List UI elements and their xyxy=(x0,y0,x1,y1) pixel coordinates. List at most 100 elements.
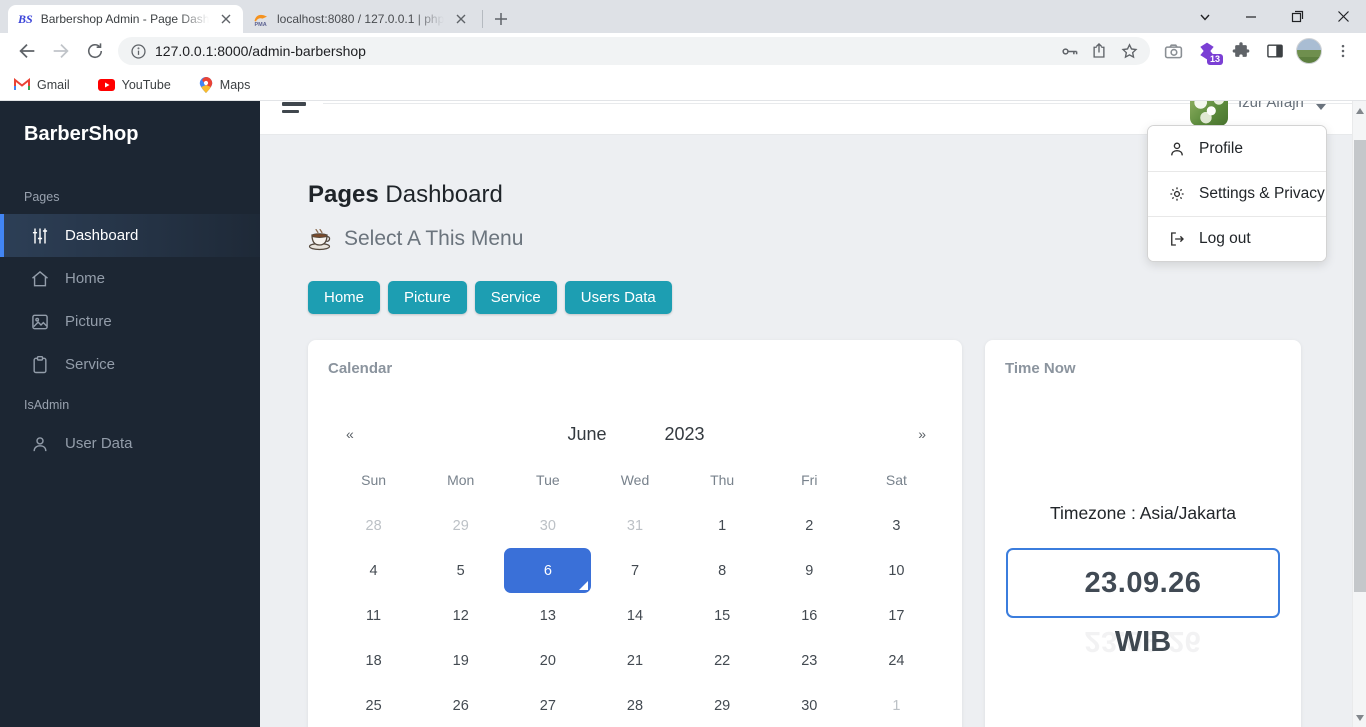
calendar-day[interactable]: 17 xyxy=(853,593,940,638)
menu-item-profile[interactable]: Profile xyxy=(1148,126,1326,171)
calendar-day[interactable]: 31 xyxy=(591,503,678,548)
window-close-button[interactable] xyxy=(1320,0,1366,33)
calendar-prev-button[interactable]: « xyxy=(346,426,354,442)
browser-tab-phpmyadmin[interactable]: PMA localhost:8080 / 127.0.0.1 | phpM xyxy=(243,5,478,33)
tab-close-icon[interactable] xyxy=(452,10,470,28)
window-restore-button[interactable] xyxy=(1274,0,1320,33)
calendar-day[interactable]: 1 xyxy=(679,503,766,548)
calendar-day[interactable]: 5 xyxy=(417,548,504,593)
calendar-day[interactable]: 26 xyxy=(417,683,504,727)
calendar-day[interactable]: 12 xyxy=(417,593,504,638)
profile-avatar[interactable] xyxy=(1292,34,1326,68)
forward-button[interactable] xyxy=(44,34,78,68)
reload-button[interactable] xyxy=(78,34,112,68)
calendar-day[interactable]: 16 xyxy=(766,593,853,638)
calendar-day[interactable]: 25 xyxy=(330,683,417,727)
calendar-day[interactable]: 7 xyxy=(591,548,678,593)
calendar-day[interactable]: 28 xyxy=(330,503,417,548)
brand-title: BarberShop xyxy=(24,123,139,145)
calendar-day[interactable]: 27 xyxy=(504,683,591,727)
calendar-day[interactable]: 24 xyxy=(853,638,940,683)
bookmark-maps[interactable]: Maps xyxy=(199,76,250,93)
menu-item-logout[interactable]: Log out xyxy=(1148,216,1326,261)
calendar-day[interactable]: 22 xyxy=(679,638,766,683)
side-panel-icon[interactable] xyxy=(1258,34,1292,68)
extensions-puzzle-icon[interactable] xyxy=(1224,34,1258,68)
user-avatar[interactable] xyxy=(1190,101,1228,126)
clipboard-icon xyxy=(33,355,47,373)
bookmark-gmail[interactable]: Gmail xyxy=(14,78,70,92)
calendar-weekday: Tue xyxy=(536,472,560,488)
calendar-day[interactable]: 11 xyxy=(330,593,417,638)
bookmark-star-icon[interactable] xyxy=(1114,37,1144,65)
calendar-weekday: Mon xyxy=(447,472,475,488)
page-scrollbar[interactable] xyxy=(1352,101,1366,727)
calendar-day[interactable]: 1 xyxy=(853,683,940,727)
extension-purple-icon[interactable]: 13 xyxy=(1190,34,1224,68)
time-card-title: Time Now xyxy=(1005,360,1076,377)
user-caret-down-icon[interactable] xyxy=(1316,104,1326,110)
calendar-day[interactable]: 3 xyxy=(853,503,940,548)
calendar-day[interactable]: 10 xyxy=(853,548,940,593)
back-button[interactable] xyxy=(10,34,44,68)
calendar-day[interactable]: 30 xyxy=(766,683,853,727)
calendar-day[interactable]: 13 xyxy=(504,593,591,638)
hamburger-menu-icon[interactable] xyxy=(282,102,306,113)
new-tab-button[interactable] xyxy=(487,5,515,33)
calendar-day[interactable]: 30 xyxy=(504,503,591,548)
sidebar-item-dashboard[interactable]: Dashboard xyxy=(0,214,260,257)
clock-time: 23.09.26 xyxy=(1084,566,1202,599)
sidebar-item-picture[interactable]: Picture xyxy=(0,300,260,343)
window-minimize-button[interactable] xyxy=(1228,0,1274,33)
bookmark-youtube[interactable]: YouTube xyxy=(97,78,171,92)
tab-title: localhost:8080 / 127.0.0.1 | phpM xyxy=(277,12,444,26)
users-data-button[interactable]: Users Data xyxy=(564,281,672,314)
calendar-day[interactable]: 28 xyxy=(591,683,678,727)
calendar-day[interactable]: 21 xyxy=(591,638,678,683)
scroll-up-arrow-icon[interactable] xyxy=(1356,108,1364,114)
screenshot-camera-icon[interactable] xyxy=(1156,34,1190,68)
calendar-day[interactable]: 15 xyxy=(679,593,766,638)
password-key-icon[interactable] xyxy=(1054,37,1084,65)
home-button[interactable]: Home xyxy=(308,281,381,314)
user-icon xyxy=(33,436,47,451)
url-text[interactable]: 127.0.0.1:8000/admin-barbershop xyxy=(155,43,1054,59)
calendar-day[interactable]: 23 xyxy=(766,638,853,683)
page-info-icon[interactable] xyxy=(130,43,147,60)
timezone-abbr: WIB xyxy=(1114,626,1172,658)
calendar-day[interactable]: 14 xyxy=(591,593,678,638)
calendar-nav: « June 2023 » xyxy=(308,421,962,447)
sidebar-item-service[interactable]: Service xyxy=(0,343,260,386)
sidebar: BarberShop Pages Dashboard Home Picture … xyxy=(0,101,260,727)
calendar-day[interactable]: 4 xyxy=(330,548,417,593)
picture-button[interactable]: Picture xyxy=(388,281,467,314)
browser-tab-active[interactable]: BS Barbershop Admin - Page Dashb xyxy=(8,5,243,33)
calendar-day[interactable]: 18 xyxy=(330,638,417,683)
browser-menu-dots-icon[interactable] xyxy=(1326,34,1360,68)
calendar-day[interactable]: 29 xyxy=(417,503,504,548)
scroll-down-arrow-icon[interactable] xyxy=(1356,715,1364,721)
calendar-day[interactable]: 8 xyxy=(679,548,766,593)
tab-search-chevron-icon[interactable] xyxy=(1182,0,1228,33)
user-name[interactable]: Izur Alfajri xyxy=(1238,101,1304,111)
calendar-next-button[interactable]: » xyxy=(918,426,926,442)
calendar-day[interactable]: 2 xyxy=(766,503,853,548)
service-button[interactable]: Service xyxy=(474,281,557,314)
barbershop-favicon: BS xyxy=(18,11,33,26)
calendar-day[interactable]: 19 xyxy=(417,638,504,683)
calendar-year[interactable]: 2023 xyxy=(665,424,705,445)
share-icon[interactable] xyxy=(1084,37,1114,65)
menu-item-settings-privacy[interactable]: Settings & Privacy xyxy=(1148,171,1326,216)
address-bar[interactable]: 127.0.0.1:8000/admin-barbershop xyxy=(118,37,1150,65)
calendar-day[interactable]: 29 xyxy=(679,683,766,727)
user-icon xyxy=(1171,142,1183,155)
tab-close-icon[interactable] xyxy=(217,10,235,28)
calendar-day[interactable]: 9 xyxy=(766,548,853,593)
sidebar-item-user-data[interactable]: User Data xyxy=(0,422,260,465)
scrollbar-thumb[interactable] xyxy=(1354,140,1366,592)
calendar-month[interactable]: June xyxy=(567,424,606,445)
calendar-day-selected[interactable]: 6 xyxy=(504,548,592,593)
sidebar-item-home[interactable]: Home xyxy=(0,257,260,300)
calendar-day[interactable]: 20 xyxy=(504,638,591,683)
tab-title: Barbershop Admin - Page Dashb xyxy=(40,12,209,26)
